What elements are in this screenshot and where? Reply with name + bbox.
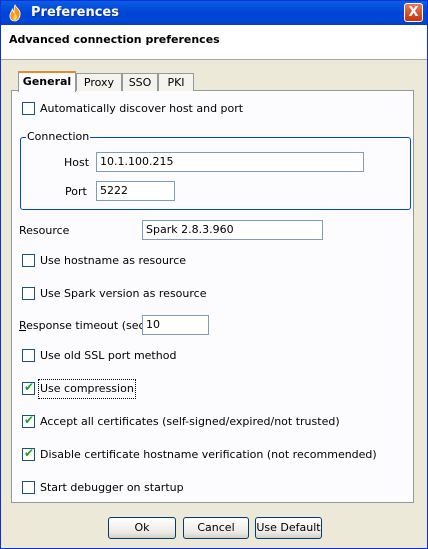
compression-label: Use compression <box>38 379 136 399</box>
connection-group-title: Connection <box>26 130 91 143</box>
checkmark-icon: ✔ <box>24 413 35 427</box>
disable-hostname-verification-box[interactable]: ✔ <box>22 446 35 461</box>
accept-certs-label: Accept all certificates (self-signed/exp… <box>40 415 340 428</box>
use-hostname-box[interactable] <box>22 254 35 267</box>
checkmark-icon: ✔ <box>24 380 35 394</box>
tab-sso[interactable]: SSO <box>122 73 158 91</box>
use-spark-version-label: Use Spark version as resource <box>40 287 207 300</box>
window-title: Preferences <box>31 5 119 20</box>
use-default-button[interactable]: Use Default <box>255 517 322 539</box>
checkmark-icon: ✔ <box>24 446 35 460</box>
ok-button[interactable]: Ok <box>108 517 176 539</box>
resource-label: Resource <box>19 224 70 237</box>
connection-group: Connection <box>20 130 411 210</box>
response-timeout-label-text: esponse timeout (sec) <box>26 319 149 332</box>
accept-certs-box[interactable]: ✔ <box>22 413 35 428</box>
host-label: Host <box>64 156 90 169</box>
port-input[interactable]: 5222 <box>96 181 175 201</box>
tab-pki-label: PKI <box>167 76 185 89</box>
debugger-box[interactable] <box>22 481 35 494</box>
dialog-heading: Advanced connection preferences <box>9 33 220 46</box>
response-timeout-label: Response timeout (sec) <box>19 319 149 332</box>
use-spark-version-box[interactable] <box>22 287 35 300</box>
old-ssl-label: Use old SSL port method <box>40 349 177 362</box>
tab-general-label: General <box>22 75 72 88</box>
tab-sso-label: SSO <box>128 76 152 89</box>
spark-flame-icon <box>6 4 24 22</box>
disable-hostname-verification-label: Disable certificate hostname verificatio… <box>40 448 377 461</box>
tab-proxy[interactable]: Proxy <box>76 73 122 91</box>
port-label: Port <box>65 185 87 198</box>
tab-general[interactable]: General <box>18 71 76 92</box>
tab-pki[interactable]: PKI <box>158 73 194 91</box>
tab-proxy-label: Proxy <box>83 76 115 89</box>
response-timeout-input[interactable]: 10 <box>142 315 209 335</box>
auto-discover-label: Automatically discover host and port <box>40 102 244 115</box>
dialog-header: Advanced connection preferences <box>1 25 427 60</box>
close-button[interactable]: X <box>404 3 423 22</box>
old-ssl-box[interactable] <box>22 349 35 362</box>
resource-input[interactable]: Spark 2.8.3.960 <box>142 220 323 240</box>
compression-box[interactable]: ✔ <box>22 380 35 395</box>
debugger-label: Start debugger on startup <box>40 481 184 494</box>
title-bar[interactable]: Preferences X <box>1 1 427 25</box>
close-icon: X <box>408 5 419 20</box>
auto-discover-box[interactable] <box>22 102 35 115</box>
host-input[interactable]: 10.1.100.215 <box>96 152 364 172</box>
cancel-button[interactable]: Cancel <box>183 517 249 539</box>
use-hostname-label: Use hostname as resource <box>40 254 187 267</box>
preferences-window: Preferences X Advanced connection prefer… <box>0 0 428 549</box>
